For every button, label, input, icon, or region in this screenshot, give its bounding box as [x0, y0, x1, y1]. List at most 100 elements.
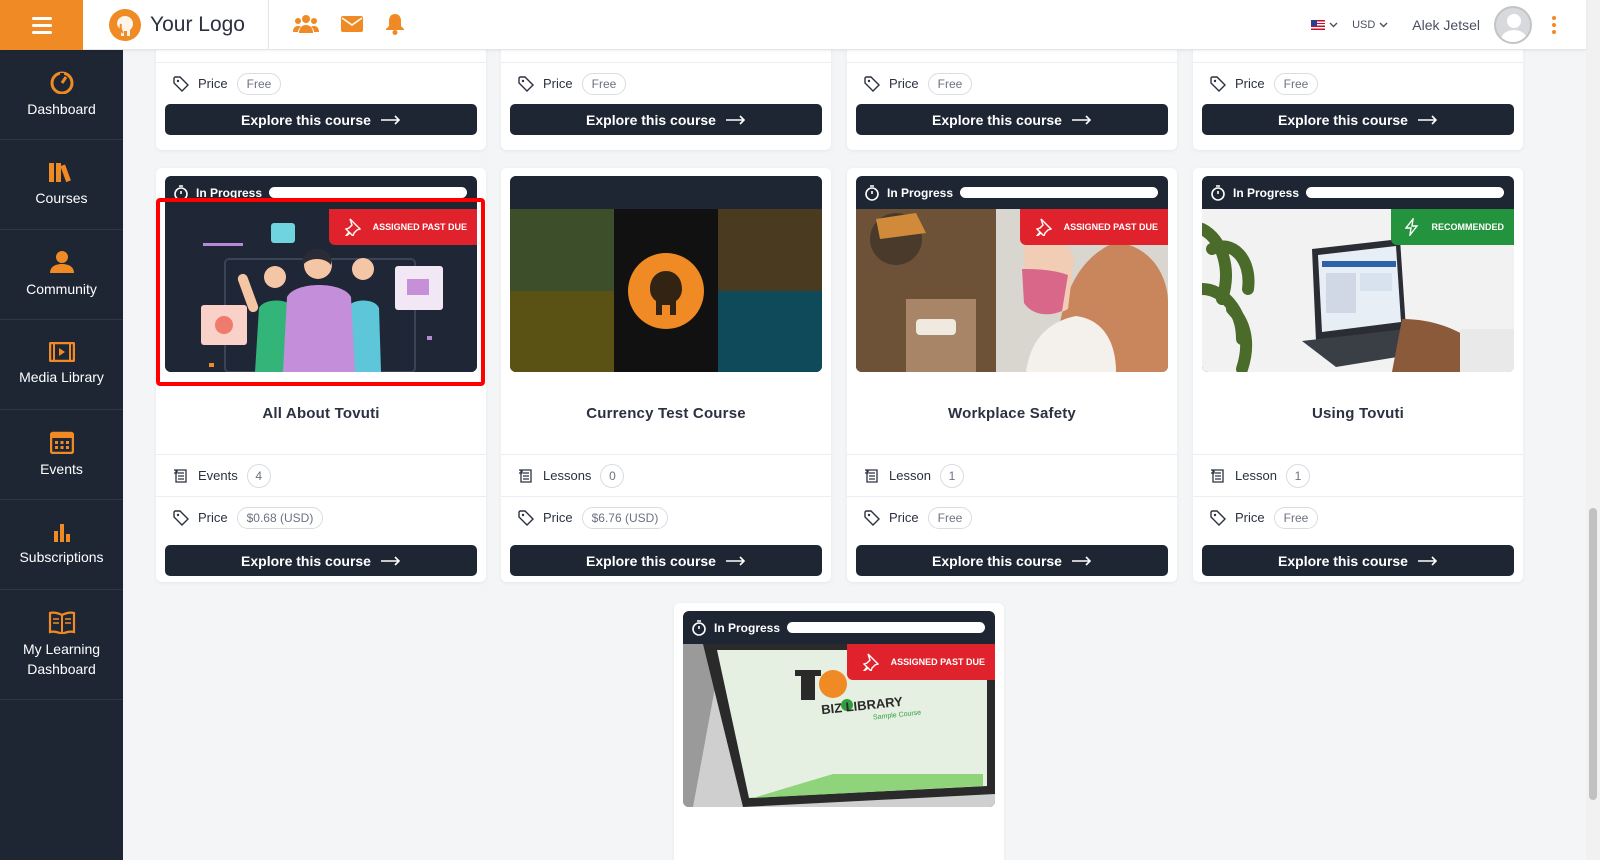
course-title[interactable]: Currency Test Course	[501, 372, 831, 454]
sidebar-item-events[interactable]: Events	[0, 410, 123, 500]
progress-status: In Progress	[887, 185, 954, 200]
scroll-icon	[865, 468, 878, 483]
meta-count: 1	[1285, 463, 1310, 488]
divider	[268, 0, 269, 50]
avatar[interactable]	[1494, 6, 1532, 44]
explore-course-button[interactable]: Explore this course	[1202, 545, 1514, 576]
scroll-icon	[1211, 468, 1224, 483]
stopwatch-icon	[692, 619, 706, 636]
badge-label: ASSIGNED PAST DUE	[890, 657, 985, 667]
community-icon	[49, 250, 74, 273]
course-thumbnail[interactable]: In Progress ASSIGNED PAST DUE	[165, 176, 477, 372]
users-icon[interactable]	[293, 13, 319, 35]
course-card: Currency Test Course Lessons 0 Price $6.…	[501, 168, 831, 582]
top-bar: Your Logo USD Alek Jetsel	[0, 0, 1586, 50]
price-row: Price $0.68 (USD)	[156, 496, 486, 538]
explore-label: Explore this course	[1278, 111, 1408, 128]
mail-icon[interactable]	[341, 15, 363, 33]
course-grid: Price Free Explore this course Price Fre…	[123, 50, 1586, 860]
course-card: In Progress	[156, 168, 486, 582]
status-badge: ASSIGNED PAST DUE	[1019, 209, 1168, 245]
sidebar-item-label: Courses	[35, 189, 88, 206]
kebab-icon[interactable]	[1552, 16, 1556, 34]
chevron-down-icon	[1379, 22, 1388, 28]
price-label: Price	[889, 510, 919, 525]
price-label: Price	[543, 510, 573, 525]
language-select[interactable]	[1311, 20, 1338, 30]
price-value: Free	[236, 72, 282, 95]
explore-course-button[interactable]: Explore this course	[510, 545, 822, 576]
arrow-right-icon	[725, 555, 746, 566]
user-name[interactable]: Alek Jetsel	[1412, 17, 1480, 33]
sidebar-item-subscriptions[interactable]: Subscriptions	[0, 500, 123, 590]
meta-count: 0	[600, 463, 625, 488]
scrollbar[interactable]	[1586, 0, 1600, 860]
meta-label: Lesson	[1235, 468, 1277, 483]
pin-icon	[1035, 218, 1052, 236]
course-thumbnail[interactable]: In Progress RECOMMENDED	[1202, 176, 1514, 372]
logo[interactable]: Your Logo	[108, 8, 245, 42]
arrow-right-icon	[1071, 114, 1092, 125]
explore-course-button[interactable]: Explore this course	[510, 104, 822, 135]
tag-icon	[173, 509, 189, 526]
sidebar-item-media-library[interactable]: Media Library	[0, 320, 123, 410]
speedometer-icon	[50, 71, 73, 94]
course-title[interactable]: All About Tovuti	[156, 372, 486, 454]
arrow-right-icon	[725, 114, 746, 125]
currency-select[interactable]: USD	[1352, 19, 1388, 31]
price-value: $6.76 (USD)	[581, 506, 669, 529]
bell-icon[interactable]	[385, 13, 405, 35]
explore-course-button[interactable]: Explore this course	[165, 104, 477, 135]
meta-row: Lesson 1	[847, 454, 1177, 496]
course-card: Price Free Explore this course	[156, 50, 486, 150]
price-value: Free	[1273, 506, 1319, 529]
course-card: In Progress	[847, 168, 1177, 582]
pin-icon	[862, 653, 879, 671]
stopwatch-icon	[174, 184, 188, 201]
status-badge: ASSIGNED PAST DUE	[328, 209, 477, 245]
scrollbar-thumb[interactable]	[1589, 508, 1597, 800]
explore-course-button[interactable]: Explore this course	[1202, 104, 1514, 135]
progress-bar: In Progress	[165, 176, 477, 209]
sidebar-item-dashboard[interactable]: Dashboard	[0, 50, 123, 140]
progress-status: In Progress	[1233, 185, 1300, 200]
meta-count: 1	[939, 463, 964, 488]
progress-status: In Progress	[196, 185, 263, 200]
pin-icon	[344, 218, 361, 236]
sidebar: Dashboard Courses Community Media Librar…	[0, 50, 123, 860]
sidebar-item-community[interactable]: Community	[0, 230, 123, 320]
meta-row: Events 4	[156, 454, 486, 496]
price-label: Price	[198, 510, 228, 525]
menu-button[interactable]	[0, 0, 83, 50]
price-label: Price	[889, 76, 919, 91]
price-label: Price	[543, 76, 573, 91]
course-thumbnail[interactable]: In Progress BIZ LIBRARY Sample Course AS…	[683, 611, 995, 807]
price-label: Price	[198, 76, 228, 91]
logo-text: Your Logo	[150, 13, 245, 36]
books-icon	[48, 162, 71, 182]
sidebar-item-courses[interactable]: Courses	[0, 140, 123, 230]
bar-chart-icon	[53, 523, 70, 542]
price-row: Price Free	[1193, 496, 1523, 538]
course-thumbnail[interactable]: In Progress ASSIGNED PAST DUE	[856, 176, 1168, 372]
explore-course-button[interactable]: Explore this course	[165, 545, 477, 576]
arrow-right-icon	[380, 114, 401, 125]
explore-label: Explore this course	[1278, 552, 1408, 569]
explore-label: Explore this course	[586, 111, 716, 128]
course-title[interactable]: Using Tovuti	[1193, 372, 1523, 454]
explore-label: Explore this course	[586, 552, 716, 569]
price-value: Free	[927, 72, 973, 95]
explore-course-button[interactable]: Explore this course	[856, 104, 1168, 135]
explore-label: Explore this course	[932, 111, 1062, 128]
explore-label: Explore this course	[932, 552, 1062, 569]
explore-course-button[interactable]: Explore this course	[856, 545, 1168, 576]
sidebar-item-label: Community	[26, 280, 97, 297]
course-title[interactable]: Workplace Safety	[847, 372, 1177, 454]
stopwatch-icon	[865, 184, 879, 201]
meta-count: 4	[246, 463, 271, 488]
price-row: Price Free	[1193, 62, 1523, 104]
sidebar-item-my-learning-dashboard[interactable]: My Learning Dashboard	[0, 590, 123, 700]
scroll-icon	[519, 468, 532, 483]
course-thumbnail[interactable]	[510, 176, 822, 372]
sidebar-item-label: My Learning Dashboard	[22, 640, 101, 677]
